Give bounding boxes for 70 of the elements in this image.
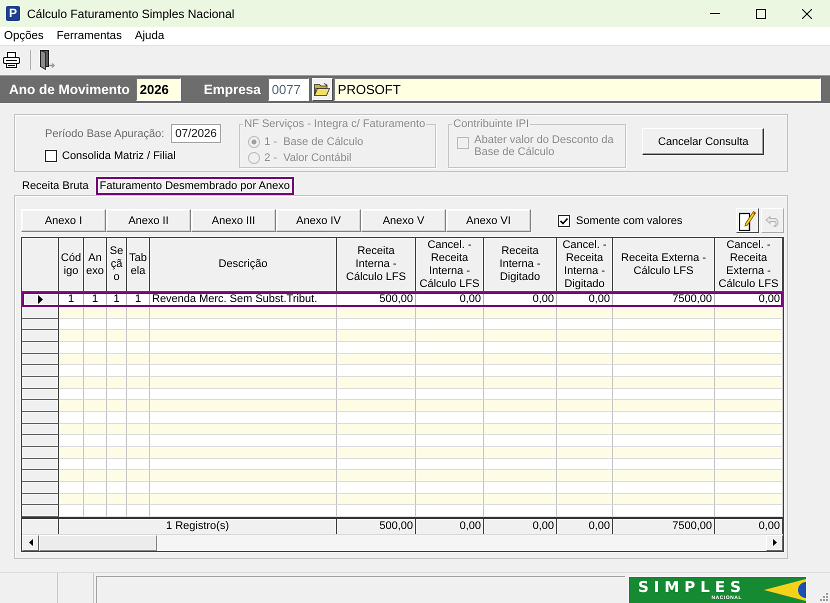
- print-button[interactable]: [3, 52, 20, 68]
- checkbox[interactable]: [45, 150, 57, 162]
- logo-text: SIMPLES: [638, 580, 746, 594]
- group-title: NF Serviços - Integra c/ Faturamento: [243, 118, 426, 130]
- scrollbar-thumb[interactable]: [39, 534, 157, 551]
- right-arrow-icon: [772, 539, 776, 546]
- browse-button[interactable]: [312, 78, 333, 101]
- annex-tab[interactable]: Anexo I: [21, 209, 106, 232]
- year-label: Ano de Movimento: [9, 82, 130, 97]
- column-total: 0,00: [715, 518, 783, 534]
- column-header[interactable]: Código: [59, 238, 84, 292]
- checkbox-label: Somente com valores: [576, 214, 682, 226]
- record-count: 1 Registro(s): [59, 518, 337, 534]
- radio-label: 1 - Base de Cálculo: [264, 136, 364, 148]
- period-label: Período Base Apuração:: [45, 128, 164, 140]
- edit-icon: [739, 210, 756, 230]
- column-total: 0,00: [484, 518, 557, 534]
- printer-icon: [3, 52, 20, 68]
- column-header[interactable]: Receita Interna - Cálculo LFS: [337, 238, 416, 292]
- company-code-field[interactable]: 0077: [268, 78, 309, 101]
- cancel-query-button[interactable]: Cancelar Consulta: [642, 128, 764, 155]
- flag-icon: [764, 578, 806, 602]
- horizontal-scrollbar[interactable]: [22, 534, 783, 551]
- maximize-icon: [756, 8, 766, 18]
- annex-tab[interactable]: Anexo V: [361, 209, 446, 232]
- column-total: 7500,00: [613, 518, 715, 534]
- menu-item[interactable]: Ferramentas: [56, 30, 122, 42]
- tab[interactable]: Receita Bruta: [18, 177, 93, 195]
- menu-item[interactable]: Ajuda: [134, 30, 164, 42]
- resize-grip-icon: [819, 592, 828, 601]
- column-total: 0,00: [557, 518, 613, 534]
- close-icon: [802, 8, 812, 18]
- checkbox[interactable]: [558, 214, 570, 226]
- scroll-right-button[interactable]: [766, 534, 783, 551]
- column-header[interactable]: Cancel. - Receita Interna - Cálculo LFS: [416, 238, 484, 292]
- row-pointer-icon: [38, 294, 42, 304]
- folder-icon: [314, 83, 330, 96]
- window-title: Cálculo Faturamento Simples Nacional: [27, 6, 234, 20]
- minimize-icon: [710, 13, 720, 14]
- annex-tab[interactable]: Anexo VI: [446, 209, 531, 232]
- annex-tab[interactable]: Anexo III: [191, 209, 276, 232]
- column-total: 0,00: [416, 518, 484, 534]
- table-row[interactable]: 1 1 1 1 Revenda Merc. Sem Subst.Tribut. 500,00 0,00 0,00 0,00 7500,00 0,00: [22, 292, 783, 307]
- edit-button[interactable]: [736, 208, 759, 233]
- company-name-field[interactable]: PROSOFT: [334, 78, 821, 101]
- column-header[interactable]: Seção: [107, 238, 127, 292]
- checkbox-label: Abater valor do Desconto da Base de Cálculo: [474, 134, 615, 158]
- undo-icon: [764, 214, 780, 226]
- column-header[interactable]: Tabela: [127, 238, 150, 292]
- group-title: Contribuinte IPI: [452, 118, 530, 130]
- column-header[interactable]: Receita Externa - Cálculo LFS: [613, 238, 715, 292]
- column-header[interactable]: Descrição: [150, 238, 337, 292]
- annex-tab[interactable]: Anexo IV: [276, 209, 361, 232]
- checkbox-label: Consolida Matriz / Filial: [62, 150, 176, 162]
- company-label: Empresa: [204, 82, 261, 97]
- column-header[interactable]: Anexo: [84, 238, 107, 292]
- column-header[interactable]: Cancel. - Receita Interna - Digitado: [557, 238, 613, 292]
- app-logo: P: [6, 6, 20, 21]
- radio-label: 2 - Valor Contábil: [264, 152, 352, 164]
- annex-tab[interactable]: Anexo II: [106, 209, 191, 232]
- column-header[interactable]: Cancel. - Receita Externa - Cálculo LFS: [715, 238, 783, 292]
- menu-item[interactable]: Opções: [4, 30, 44, 42]
- column-header[interactable]: Receita Interna - Digitado: [484, 238, 557, 292]
- tab[interactable]: Faturamento Desmembrado por Anexo: [96, 177, 294, 195]
- exit-button[interactable]: [39, 50, 56, 70]
- door-icon: [39, 50, 56, 70]
- year-field[interactable]: 2026: [136, 78, 181, 101]
- left-arrow-icon: [28, 539, 32, 546]
- scroll-left-button[interactable]: [22, 534, 39, 551]
- column-total: 500,00: [337, 518, 416, 534]
